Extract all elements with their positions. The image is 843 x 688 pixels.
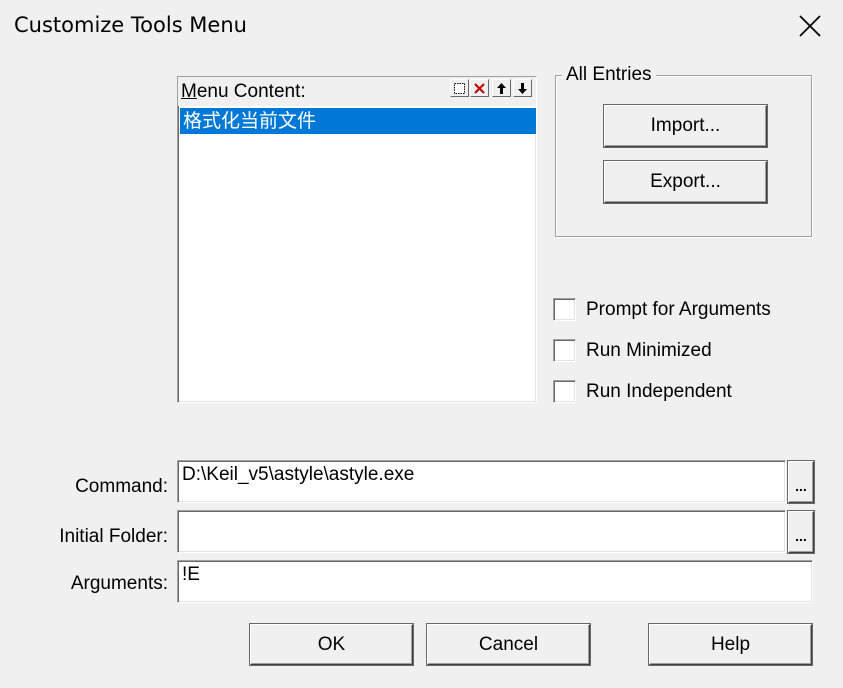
window-title: Customize Tools Menu <box>14 13 247 37</box>
new-item-icon <box>454 82 465 94</box>
menu-content-list[interactable]: 格式化当前文件 <box>177 106 537 403</box>
help-button[interactable]: Help <box>649 624 812 665</box>
command-label: Command: <box>75 476 168 497</box>
move-up-button[interactable] <box>492 79 511 97</box>
all-entries-group <box>555 75 812 237</box>
run-independent-checkbox[interactable] <box>553 380 576 403</box>
run-independent-label: Run Independent <box>586 381 732 402</box>
arguments-field[interactable]: !E <box>177 560 813 603</box>
initial-folder-browse-button[interactable]: ... <box>788 511 814 553</box>
arguments-value: !E <box>182 564 200 585</box>
move-down-icon <box>518 82 527 94</box>
command-field[interactable]: D:\Keil_v5\astyle\astyle.exe <box>177 460 786 503</box>
close-icon <box>799 15 821 37</box>
menu-content-header: Menu Content: <box>177 76 537 106</box>
command-value: D:\Keil_v5\astyle\astyle.exe <box>182 464 415 485</box>
all-entries-title: All Entries <box>562 64 656 86</box>
run-minimized-checkbox[interactable] <box>553 339 576 362</box>
list-item[interactable]: 格式化当前文件 <box>180 108 536 134</box>
import-button[interactable]: Import... <box>604 105 767 147</box>
cancel-button[interactable]: Cancel <box>427 624 590 665</box>
delete-item-button[interactable] <box>470 79 489 97</box>
move-up-icon <box>497 82 506 94</box>
command-browse-button[interactable]: ... <box>788 461 814 503</box>
initial-folder-label: Initial Folder: <box>59 526 168 547</box>
move-down-button[interactable] <box>513 79 532 97</box>
title-bar: Customize Tools Menu <box>0 0 843 54</box>
initial-folder-field[interactable] <box>177 510 786 553</box>
export-button[interactable]: Export... <box>604 161 767 203</box>
prompt-arguments-checkbox[interactable] <box>553 298 576 321</box>
run-minimized-label: Run Minimized <box>586 340 712 361</box>
close-button[interactable] <box>780 0 840 52</box>
ok-button[interactable]: OK <box>250 624 413 665</box>
menu-content-label: Menu Content: <box>181 81 306 102</box>
delete-icon <box>474 82 485 94</box>
arguments-label: Arguments: <box>70 573 168 594</box>
prompt-arguments-label: Prompt for Arguments <box>586 299 771 320</box>
new-item-button[interactable] <box>450 79 469 97</box>
